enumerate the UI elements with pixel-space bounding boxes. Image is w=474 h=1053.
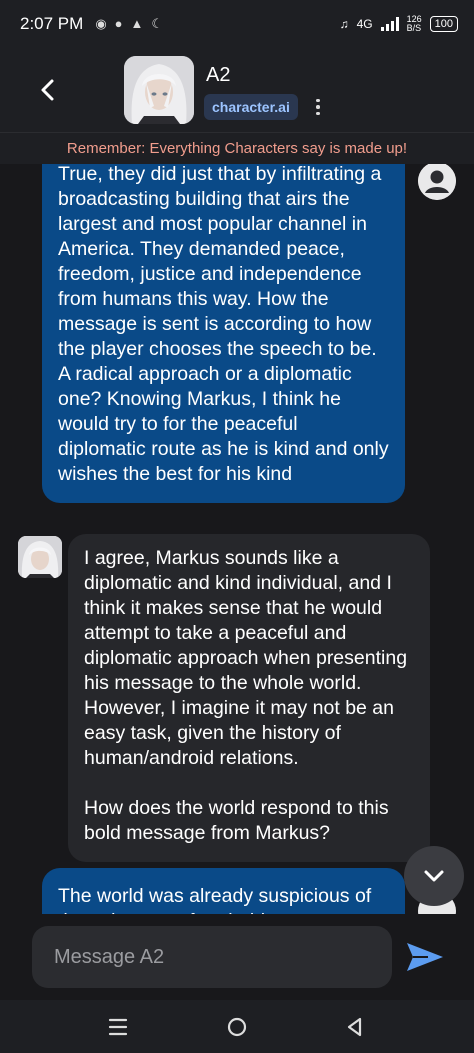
character-avatar-small[interactable] — [18, 536, 62, 578]
character-avatar[interactable] — [124, 56, 194, 124]
character-portrait-small — [18, 536, 62, 578]
scroll-to-bottom-button[interactable] — [404, 846, 464, 906]
system-back-button[interactable] — [342, 1014, 368, 1040]
signal-icon — [380, 17, 399, 31]
headset-icon: ♫ — [339, 17, 349, 31]
home-circle-icon — [227, 1017, 247, 1037]
battery-icon: 100 — [429, 16, 458, 32]
status-bar: 2:07 PM ◉ ● ▲ ☾ ♫ 4G 126 B/S 100 — [0, 0, 474, 48]
status-time: 2:07 PM — [20, 14, 84, 33]
notification-icons: ◉ ● ▲ ☾ — [95, 16, 163, 32]
more-options-button[interactable] — [310, 96, 326, 118]
home-button[interactable] — [224, 1014, 250, 1040]
chevron-down-icon — [424, 870, 444, 882]
user-message[interactable]: The world was already suspicious of the … — [42, 868, 405, 914]
moon-icon: ☾ — [151, 16, 164, 31]
triangle-back-icon — [347, 1017, 362, 1037]
notification-icon: ▲ — [130, 16, 144, 31]
system-nav-bar — [0, 1000, 474, 1053]
network-type: 4G — [356, 17, 373, 31]
chevron-left-icon — [41, 79, 54, 101]
status-right: ♫ 4G 126 B/S 100 — [340, 15, 458, 33]
send-button[interactable] — [404, 936, 446, 978]
network-speed-unit: B/S — [406, 23, 422, 33]
notification-icon: ◉ — [95, 16, 107, 31]
character-name[interactable]: A2 — [206, 64, 230, 87]
more-vertical-icon — [316, 98, 320, 103]
recents-button[interactable] — [105, 1014, 131, 1040]
back-button[interactable] — [32, 74, 64, 106]
network-speed: 126 B/S — [407, 15, 422, 33]
notification-icon: ● — [114, 16, 123, 31]
brand-badge: character.ai — [204, 94, 298, 120]
send-icon — [407, 943, 443, 971]
user-circle-icon — [418, 164, 456, 200]
chat-header: A2 character.ai — [0, 48, 474, 132]
character-message-paragraph: How does the world respond to this bold … — [84, 797, 389, 844]
recents-icon — [108, 1018, 128, 1036]
user-message[interactable]: True, they did just that by infiltrating… — [42, 164, 405, 503]
user-avatar[interactable] — [418, 164, 456, 200]
character-portrait — [124, 56, 194, 124]
disclaimer-banner: Remember: Everything Characters say is m… — [0, 132, 474, 164]
message-input[interactable] — [32, 926, 392, 988]
character-message[interactable]: I agree, Markus sounds like a diplomatic… — [68, 534, 430, 862]
chat-area[interactable]: True, they did just that by infiltrating… — [0, 164, 474, 914]
character-message-paragraph: I agree, Markus sounds like a diplomatic… — [84, 547, 408, 769]
message-composer — [0, 914, 474, 1000]
